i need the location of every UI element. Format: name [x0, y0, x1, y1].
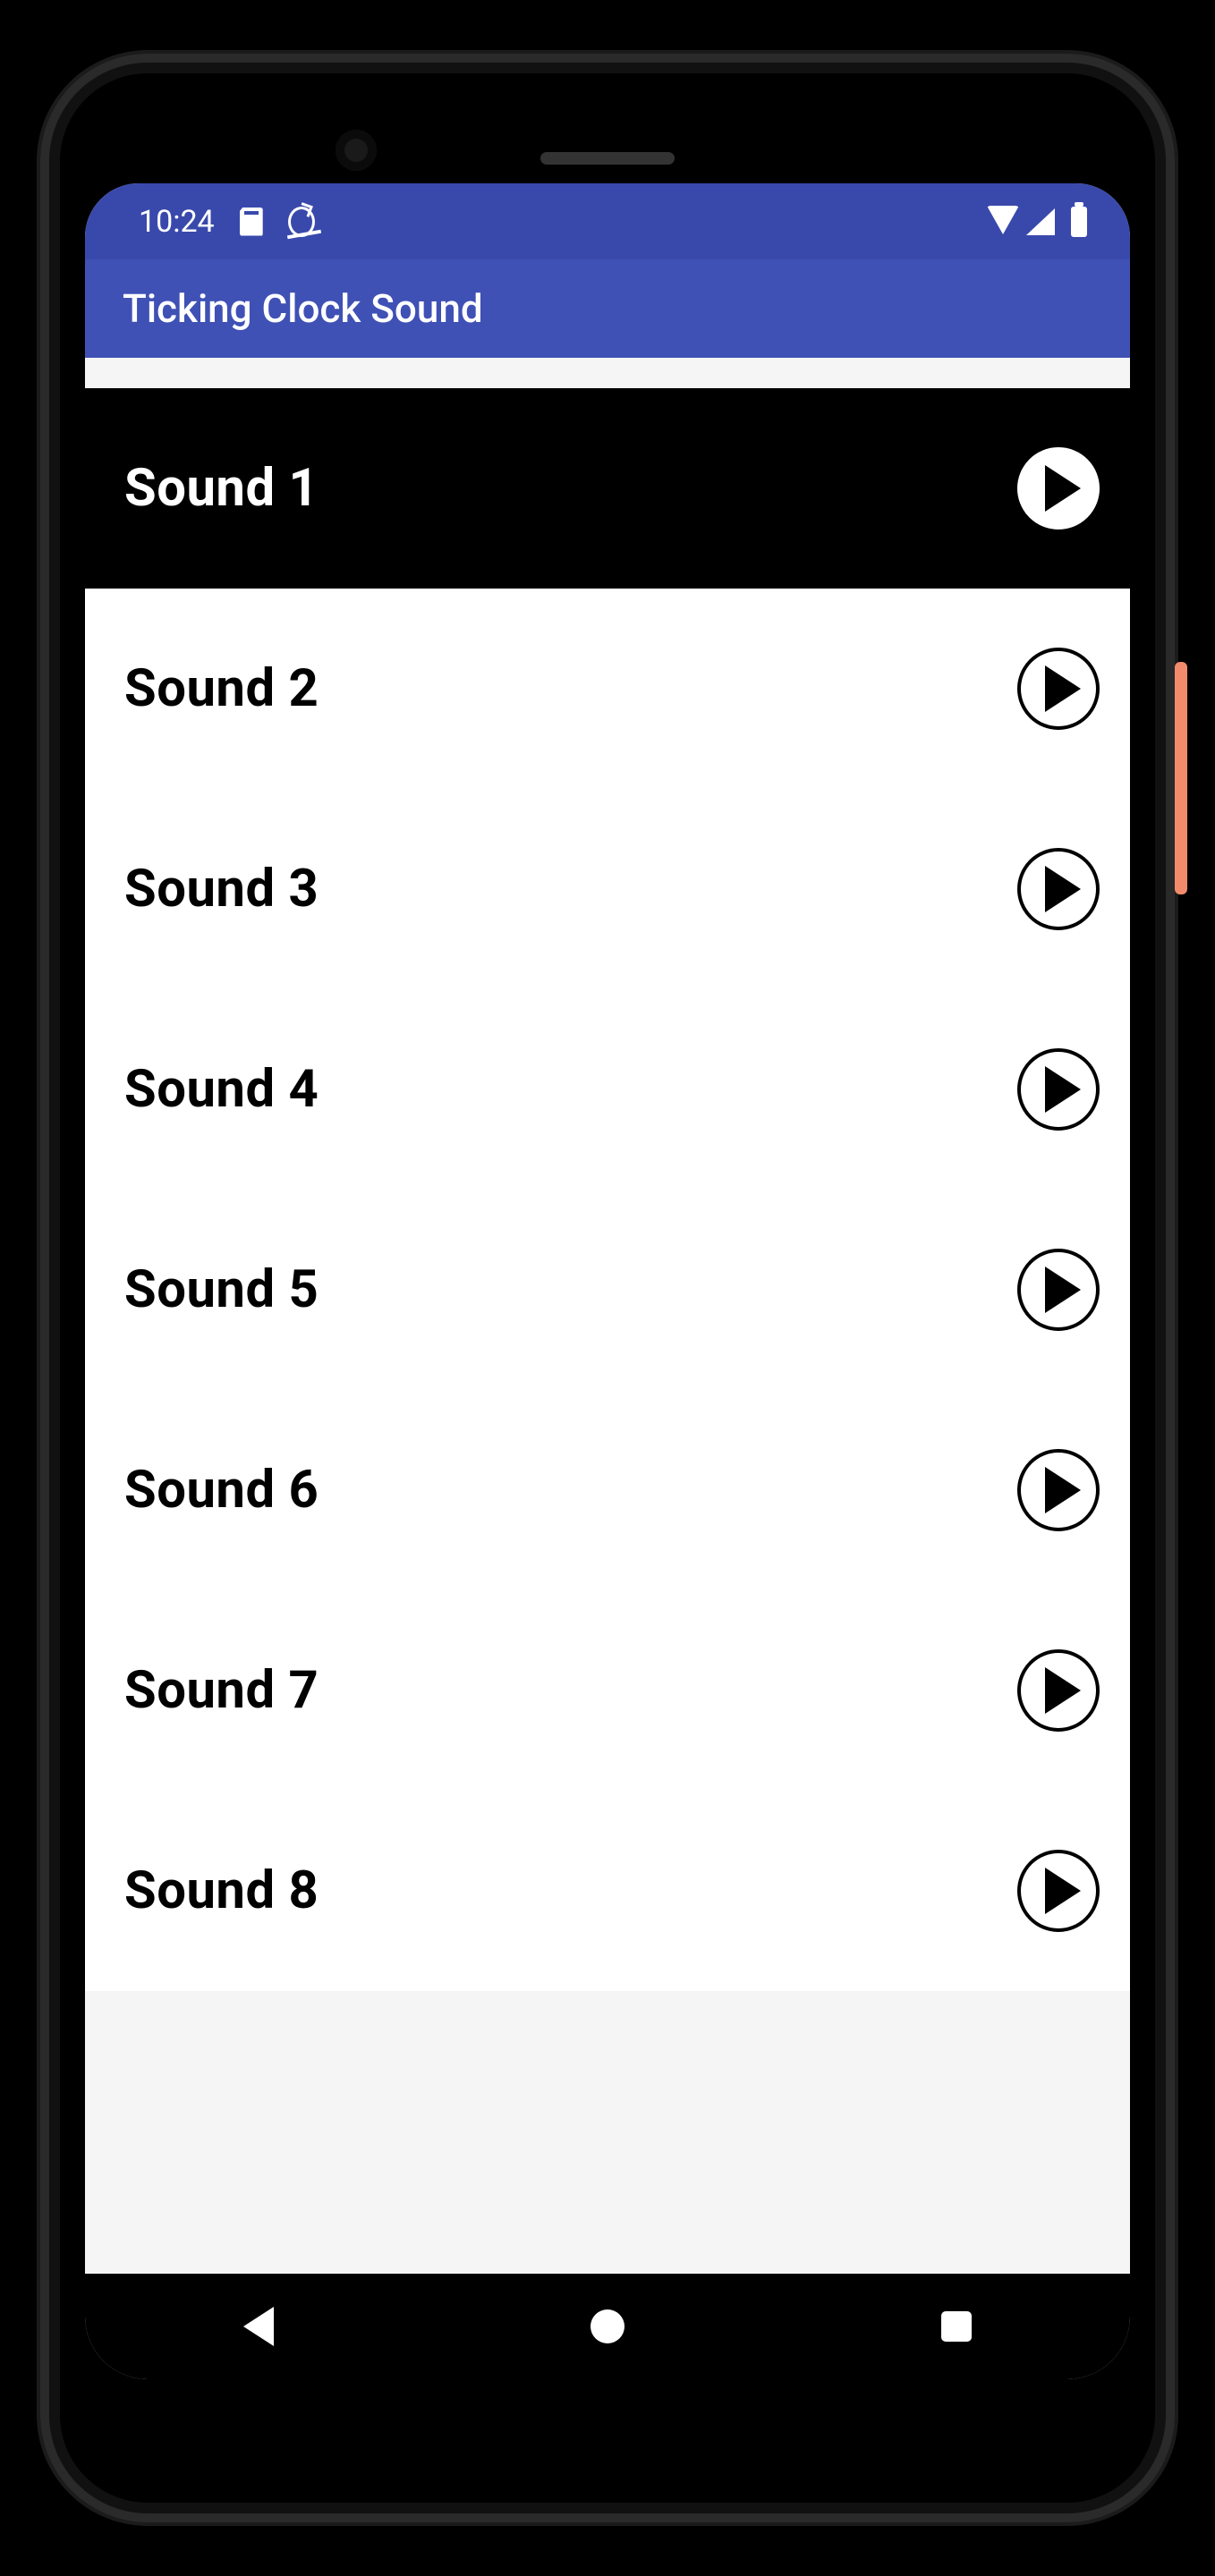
- play-icon: [1045, 1267, 1081, 1313]
- play-icon: [1045, 465, 1081, 512]
- sound-label: Sound 7: [124, 1660, 319, 1721]
- sound-label: Sound 8: [124, 1860, 319, 1921]
- play-icon: [1045, 1066, 1081, 1113]
- play-icon: [1045, 1868, 1081, 1914]
- status-right: [987, 207, 1087, 237]
- nav-recent-button[interactable]: [941, 2311, 972, 2342]
- screen: 10:24 Ticking Clock Sound Sound 1 Sound 2…: [85, 183, 1130, 2379]
- play-button[interactable]: [1017, 447, 1100, 530]
- list-empty-area: [85, 1991, 1130, 2274]
- sound-row[interactable]: Sound 7: [85, 1590, 1130, 1791]
- sound-label: Sound 5: [124, 1259, 319, 1320]
- sound-row[interactable]: Sound 3: [85, 789, 1130, 989]
- sound-row[interactable]: Sound 6: [85, 1390, 1130, 1590]
- navigation-bar: [85, 2274, 1130, 2379]
- sound-row[interactable]: Sound 5: [85, 1190, 1130, 1390]
- sound-label: Sound 2: [124, 658, 319, 719]
- device-frame: 10:24 Ticking Clock Sound Sound 1 Sound 2…: [40, 54, 1175, 2522]
- play-button[interactable]: [1017, 848, 1100, 930]
- status-left: 10:24: [139, 204, 315, 240]
- play-icon: [1045, 665, 1081, 712]
- wifi-icon: [987, 206, 1019, 234]
- sound-label: Sound 6: [124, 1460, 319, 1521]
- nav-home-button[interactable]: [591, 2309, 624, 2343]
- sound-row[interactable]: Sound 8: [85, 1791, 1130, 1991]
- sound-row[interactable]: Sound 4: [85, 989, 1130, 1190]
- play-button[interactable]: [1017, 1649, 1100, 1732]
- play-button[interactable]: [1017, 1249, 1100, 1331]
- sound-list[interactable]: Sound 1 Sound 2 Sound 3 Sound 4 Sound 5 Sound…: [85, 388, 1130, 2274]
- play-button[interactable]: [1017, 1449, 1100, 1531]
- status-time: 10:24: [139, 204, 215, 240]
- sd-card-icon: [240, 208, 263, 236]
- play-button[interactable]: [1017, 1048, 1100, 1131]
- play-icon: [1045, 866, 1081, 912]
- sound-label: Sound 4: [124, 1059, 319, 1120]
- sound-row[interactable]: Sound 2: [85, 589, 1130, 789]
- device-side-button: [1175, 662, 1187, 894]
- sound-row[interactable]: Sound 1: [85, 388, 1130, 589]
- sound-label: Sound 1: [124, 458, 319, 519]
- app-bar: Ticking Clock Sound: [85, 259, 1130, 358]
- cell-signal-icon: [1026, 208, 1055, 235]
- battery-icon: [1071, 207, 1087, 237]
- do-not-disturb-icon: [288, 207, 315, 237]
- page-title: Ticking Clock Sound: [123, 285, 483, 332]
- play-button[interactable]: [1017, 648, 1100, 730]
- status-bar: 10:24: [85, 183, 1130, 259]
- sound-label: Sound 3: [124, 859, 319, 919]
- play-button[interactable]: [1017, 1850, 1100, 1932]
- device-speaker: [540, 152, 675, 165]
- nav-back-button[interactable]: [243, 2307, 274, 2346]
- device-camera: [336, 130, 377, 171]
- play-icon: [1045, 1467, 1081, 1513]
- play-icon: [1045, 1667, 1081, 1714]
- top-gap: [85, 358, 1130, 388]
